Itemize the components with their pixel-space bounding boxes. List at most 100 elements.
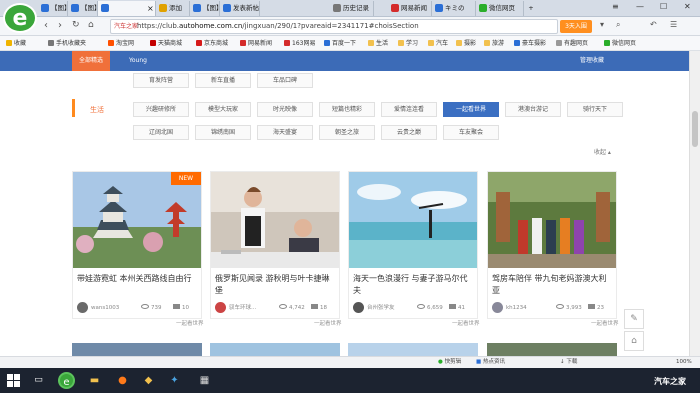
browser-logo[interactable]: e bbox=[3, 3, 37, 33]
category-button-selected[interactable]: 一起看世界 bbox=[443, 102, 499, 117]
windows-start-icon[interactable] bbox=[7, 374, 20, 387]
mode-button[interactable]: 3天入围 bbox=[560, 20, 592, 33]
article-title[interactable]: 俄罗斯见闻录 游秋明与叶卡捷琳堡 bbox=[215, 273, 337, 297]
quick-edit-item[interactable]: ● 快剪辑 bbox=[438, 357, 461, 368]
back-icon[interactable]: ‹ bbox=[44, 20, 48, 31]
bookmark-item[interactable]: 网易新闻 bbox=[240, 36, 272, 51]
collapse-link[interactable]: 收起 ▴ bbox=[594, 147, 611, 156]
back-to-top-icon[interactable]: ⌂ bbox=[624, 331, 644, 351]
category-button[interactable]: 时光映像 bbox=[257, 102, 313, 117]
browser-tab[interactable]: 【图】 bbox=[38, 1, 68, 16]
avatar[interactable] bbox=[77, 302, 88, 313]
undo-icon[interactable]: ↶ bbox=[650, 20, 657, 29]
new-tab-button[interactable]: + bbox=[524, 1, 538, 16]
browser-tab-active[interactable]: × bbox=[98, 1, 156, 16]
article-title[interactable]: 海天一色浪漫行 与妻子游马尔代夫 bbox=[353, 273, 475, 297]
category-button[interactable]: 港澳台游记 bbox=[505, 102, 561, 117]
category-button[interactable]: 海天盛宴 bbox=[257, 125, 313, 140]
bookmark-item[interactable]: 京东商城 bbox=[196, 36, 228, 51]
bookmark-item[interactable]: 163网易 bbox=[284, 36, 315, 51]
bookmark-folder[interactable]: 学习 bbox=[398, 36, 418, 51]
dropdown-icon[interactable]: ▾ bbox=[600, 20, 604, 29]
feedback-icon[interactable]: ✎ bbox=[624, 309, 644, 329]
tab-all-featured[interactable]: 全部精选 bbox=[72, 51, 111, 71]
app-icon[interactable]: ◆ bbox=[140, 372, 157, 389]
category-button[interactable]: 新车直播 bbox=[195, 73, 251, 88]
bookmark-item[interactable]: 手机收藏夹 bbox=[48, 36, 86, 51]
article-card[interactable]: 俄罗斯见闻录 游秋明与叶卡捷琳堡 驭车环球... 4,742 18 bbox=[210, 171, 340, 319]
scrollbar-thumb[interactable] bbox=[692, 111, 698, 147]
article-title[interactable]: 带娃游霓虹 本州关西路线自由行 bbox=[77, 273, 199, 285]
category-button[interactable]: 车友聚会 bbox=[443, 125, 499, 140]
category-button[interactable]: 骑行天下 bbox=[567, 102, 623, 117]
article-thumbnail[interactable] bbox=[348, 343, 478, 356]
category-button[interactable]: 短篇也精彩 bbox=[319, 102, 375, 117]
bookmark-item[interactable]: 收藏 bbox=[6, 36, 26, 51]
url-input[interactable]: 汽车之家 https://club.autohome.com.cn/jingxu… bbox=[110, 19, 558, 34]
author-name[interactable]: kh1234 bbox=[506, 302, 527, 314]
maximize-icon[interactable]: ☐ bbox=[660, 2, 667, 11]
refresh-icon[interactable]: ↻ bbox=[72, 20, 80, 30]
category-button[interactable]: 车品口碑 bbox=[257, 73, 313, 88]
manage-favorites-link[interactable]: 管理收藏 bbox=[580, 51, 604, 71]
category-button[interactable]: 育发阵营 bbox=[133, 73, 189, 88]
article-title[interactable]: 驾房车陪伴 带九旬老妈游澳大利亚 bbox=[492, 273, 614, 297]
tab-close-icon[interactable]: × bbox=[147, 4, 154, 13]
zoom-level[interactable]: 100% bbox=[676, 357, 692, 368]
bookmark-item[interactable]: 有趣网页 bbox=[556, 36, 588, 51]
browser-tab[interactable]: キミの bbox=[432, 1, 476, 16]
category-button[interactable]: 模型大玩家 bbox=[195, 102, 251, 117]
forward-icon[interactable]: › bbox=[58, 20, 62, 31]
bookmark-folder[interactable]: 汽车 bbox=[428, 36, 448, 51]
article-thumbnail[interactable] bbox=[488, 172, 616, 268]
avatar[interactable] bbox=[353, 302, 364, 313]
bookmark-item[interactable]: 微信网页 bbox=[604, 36, 636, 51]
avatar[interactable] bbox=[492, 302, 503, 313]
calculator-icon[interactable]: ▦ bbox=[196, 372, 213, 389]
firefox-icon[interactable]: ● bbox=[114, 372, 131, 389]
home-icon[interactable]: ⌂ bbox=[88, 20, 94, 30]
category-button[interactable]: 辽阔北国 bbox=[133, 125, 189, 140]
bookmark-item[interactable]: 天猫商城 bbox=[150, 36, 182, 51]
bookmark-item[interactable]: 百度一下 bbox=[324, 36, 356, 51]
article-thumbnail[interactable] bbox=[349, 172, 477, 268]
category-button[interactable]: 云贵之巅 bbox=[381, 125, 437, 140]
bird-app-icon[interactable]: ✦ bbox=[166, 372, 183, 389]
bookmark-item[interactable]: 豪车摄影 bbox=[514, 36, 546, 51]
browser-taskbar-icon[interactable]: e bbox=[58, 372, 75, 389]
bookmark-folder[interactable]: 生活 bbox=[368, 36, 388, 51]
avatar[interactable] bbox=[215, 302, 226, 313]
article-thumbnail[interactable] bbox=[72, 343, 202, 356]
file-explorer-icon[interactable]: ▬ bbox=[86, 372, 103, 389]
article-thumbnail[interactable] bbox=[211, 172, 339, 268]
window-menu-icon[interactable]: ≡ bbox=[612, 2, 619, 11]
browser-tab[interactable]: 【图】 bbox=[190, 1, 220, 16]
search-icon[interactable]: ⌕ bbox=[616, 20, 620, 30]
minimize-icon[interactable]: — bbox=[636, 2, 644, 11]
article-card[interactable]: 海天一色浪漫行 与妻子游马尔代夫 台州张学友 6,659 41 bbox=[348, 171, 478, 319]
category-button[interactable]: 兴趣研修所 bbox=[133, 102, 189, 117]
hot-news-item[interactable]: ■ 热点资讯 bbox=[476, 357, 505, 368]
browser-tab[interactable]: 发表新帖 bbox=[220, 1, 260, 16]
menu-icon[interactable]: ☰ bbox=[670, 20, 677, 29]
article-thumbnail[interactable] bbox=[73, 172, 201, 268]
article-thumbnail[interactable] bbox=[487, 343, 617, 356]
download-item[interactable]: ↓ 下载 bbox=[560, 357, 577, 368]
bookmark-folder[interactable]: 旅游 bbox=[484, 36, 504, 51]
browser-tab[interactable]: 微信网页 bbox=[476, 1, 524, 16]
browser-tab[interactable]: 添加 bbox=[156, 1, 190, 16]
browser-tab[interactable]: 【图】 bbox=[68, 1, 98, 16]
category-button[interactable]: 锦绣南国 bbox=[195, 125, 251, 140]
category-button[interactable]: 爱情连连看 bbox=[381, 102, 437, 117]
category-button[interactable]: 朝圣之旅 bbox=[319, 125, 375, 140]
article-thumbnail[interactable] bbox=[210, 343, 340, 356]
article-card[interactable]: NEW 带娃游霓虹 本州关西路线自由行 wans1003 739 10 bbox=[72, 171, 202, 319]
task-view-icon[interactable]: ▭ bbox=[30, 372, 47, 389]
author-name[interactable]: 台州张学友 bbox=[367, 302, 395, 314]
bookmark-item[interactable]: 淘宝网 bbox=[108, 36, 134, 51]
bookmark-folder[interactable]: 摄影 bbox=[456, 36, 476, 51]
close-window-icon[interactable]: ✕ bbox=[684, 2, 691, 11]
tab-young[interactable]: Young bbox=[122, 51, 154, 71]
browser-tab[interactable]: 网易新闻 bbox=[388, 1, 432, 16]
article-card[interactable]: 驾房车陪伴 带九旬老妈游澳大利亚 kh1234 3,993 23 bbox=[487, 171, 617, 319]
